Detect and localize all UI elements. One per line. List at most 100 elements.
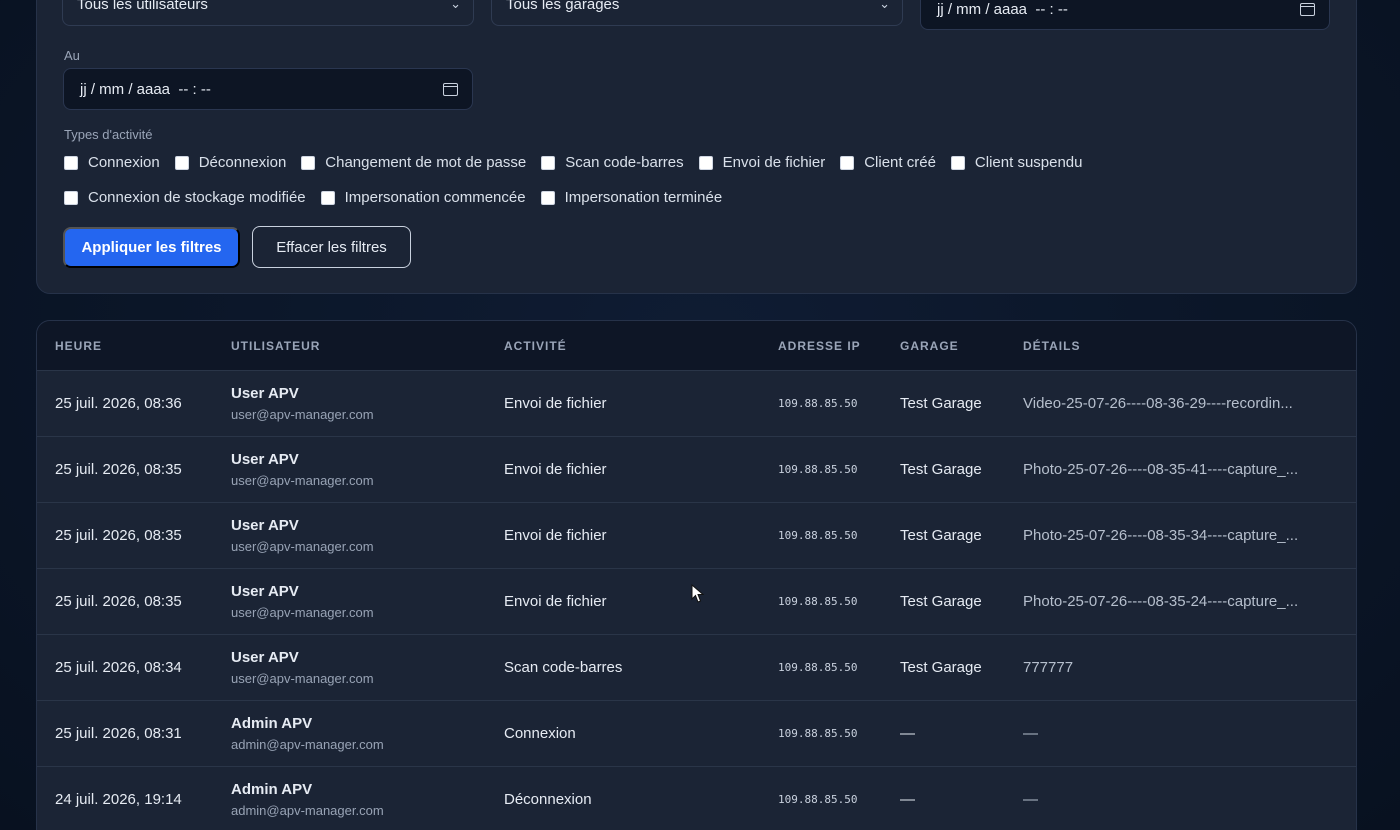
checkbox-envoi-de-fichier[interactable]: Envoi de fichier [698, 154, 826, 171]
table-row[interactable]: 25 juil. 2026, 08:36 User APV user@apv-man… [37, 370, 1356, 436]
garage-select-value: Tous les garages [506, 0, 620, 13]
cell-details: Photo-25-07-26----08-35-34----capture_..… [1023, 527, 1299, 544]
checkbox-client-cree[interactable]: Client créé [840, 154, 936, 171]
cell-garage: Test Garage [900, 527, 982, 544]
user-select-value: Tous les utilisateurs [77, 0, 208, 13]
cell-activity: Envoi de fichier [504, 395, 607, 412]
checkbox-label: Connexion [88, 154, 160, 171]
checkbox-deconnexion[interactable]: Déconnexion [174, 154, 287, 171]
checkbox-box[interactable] [540, 190, 555, 205]
checkbox-label: Client créé [864, 154, 936, 171]
cell-time: 25 juil. 2026, 08:35 [55, 527, 182, 544]
column-header-utilisateur[interactable]: UTILISATEUR [231, 339, 320, 353]
checkbox-box[interactable] [301, 155, 316, 170]
cell-activity: Envoi de fichier [504, 593, 607, 610]
cell-user-email: user@apv-manager.com [231, 671, 374, 686]
checkbox-client-suspendu[interactable]: Client suspendu [950, 154, 1083, 171]
cell-user-name: User APV [231, 649, 299, 666]
table-row[interactable]: 25 juil. 2026, 08:35 User APV user@apv-man… [37, 436, 1356, 502]
checkbox-impersonation-commencee[interactable]: Impersonation commencée [320, 189, 526, 206]
date-from-input[interactable]: jj / mm / aaaa -- : -- [920, 0, 1330, 30]
cell-details: Video-25-07-26----08-36-29----recordin..… [1023, 395, 1293, 412]
cell-user-email: user@apv-manager.com [231, 539, 374, 554]
cell-user-name: Admin APV [231, 781, 313, 798]
checkbox-label: Scan code-barres [565, 154, 684, 171]
apply-filters-button[interactable]: Appliquer les filtres [63, 227, 240, 268]
cell-details: — [1023, 791, 1038, 808]
cell-user-email: user@apv-manager.com [231, 473, 374, 488]
column-header-heure[interactable]: HEURE [55, 339, 102, 353]
table-row[interactable]: 25 juil. 2026, 08:34 User APV user@apv-man… [37, 634, 1356, 700]
cell-activity: Envoi de fichier [504, 461, 607, 478]
checkbox-scan-code-barres[interactable]: Scan code-barres [541, 154, 684, 171]
garage-select[interactable]: Tous les garages ⌄ [491, 0, 903, 26]
cell-ip-address: 109.88.85.50 [778, 661, 858, 674]
cell-garage: — [900, 725, 915, 742]
cell-user-name: User APV [231, 385, 299, 402]
checkbox-box[interactable] [64, 155, 78, 170]
cell-activity: Déconnexion [504, 791, 592, 808]
checkbox-box[interactable] [698, 155, 713, 170]
cell-user-email: admin@apv-manager.com [231, 737, 384, 752]
cell-time: 25 juil. 2026, 08:36 [55, 395, 182, 412]
cell-time: 25 juil. 2026, 08:31 [55, 725, 182, 742]
table-row[interactable]: 24 juil. 2026, 19:14 Admin APV admin@apv-m… [37, 766, 1356, 830]
cell-time: 25 juil. 2026, 08:34 [55, 659, 182, 676]
cell-garage: Test Garage [900, 659, 982, 676]
checkbox-impersonation-terminee[interactable]: Impersonation terminée [540, 189, 723, 206]
checkbox-box[interactable] [320, 190, 335, 205]
date-from-value: jj / mm / aaaa -- : -- [937, 0, 1068, 18]
checkbox-connexion-stockage-modifiee[interactable]: Connexion de stockage modifiée [64, 189, 306, 206]
cell-details: Photo-25-07-26----08-35-41----capture_..… [1023, 461, 1299, 478]
cell-ip-address: 109.88.85.50 [778, 529, 858, 542]
table-row[interactable]: 25 juil. 2026, 08:35 User APV user@apv-man… [37, 502, 1356, 568]
checkbox-box[interactable] [174, 155, 189, 170]
cell-details: Photo-25-07-26----08-35-24----capture_..… [1023, 593, 1299, 610]
column-header-garage[interactable]: GARAGE [900, 339, 959, 353]
cell-activity: Scan code-barres [504, 659, 623, 676]
cell-ip-address: 109.88.85.50 [778, 727, 858, 740]
checkbox-box[interactable] [950, 155, 965, 170]
cell-ip-address: 109.88.85.50 [778, 595, 858, 608]
checkbox-label: Changement de mot de passe [325, 154, 527, 171]
table-header: HEURE UTILISATEUR ACTIVITÉ ADRESSE IP GA… [37, 321, 1356, 370]
column-header-activite[interactable]: ACTIVITÉ [504, 339, 567, 353]
cell-activity: Envoi de fichier [504, 527, 607, 544]
cell-ip-address: 109.88.85.50 [778, 463, 858, 476]
column-header-adresse-ip[interactable]: ADRESSE IP [778, 339, 861, 353]
checkbox-label: Impersonation terminée [564, 189, 723, 206]
cell-garage: Test Garage [900, 395, 982, 412]
calendar-icon[interactable] [1300, 2, 1315, 16]
checkbox-changement-mot-de-passe[interactable]: Changement de mot de passe [301, 154, 526, 171]
cell-time: 25 juil. 2026, 08:35 [55, 593, 182, 610]
date-to-value: jj / mm / aaaa -- : -- [80, 80, 211, 98]
checkbox-box[interactable] [840, 155, 855, 170]
cell-time: 25 juil. 2026, 08:35 [55, 461, 182, 478]
mouse-cursor-icon [691, 584, 705, 603]
checkbox-connexion[interactable]: Connexion [64, 154, 160, 171]
date-to-input[interactable]: jj / mm / aaaa -- : -- [63, 68, 473, 110]
activity-types-row-1: Connexion Déconnexion Changement de mot … [64, 154, 1098, 171]
cell-time: 24 juil. 2026, 19:14 [55, 791, 182, 808]
checkbox-label: Client suspendu [974, 154, 1083, 171]
checkbox-label: Envoi de fichier [722, 154, 826, 171]
checkbox-box[interactable] [541, 155, 556, 170]
cell-user-email: user@apv-manager.com [231, 407, 374, 422]
checkbox-label: Déconnexion [198, 154, 287, 171]
calendar-icon[interactable] [443, 82, 458, 96]
table-row[interactable]: 25 juil. 2026, 08:31 Admin APV admin@apv-m… [37, 700, 1356, 766]
column-header-details[interactable]: DÉTAILS [1023, 339, 1080, 353]
cell-ip-address: 109.88.85.50 [778, 397, 858, 410]
cell-user-email: admin@apv-manager.com [231, 803, 384, 818]
checkbox-box[interactable] [64, 190, 78, 205]
cell-garage: — [900, 791, 915, 808]
checkbox-label: Connexion de stockage modifiée [88, 189, 306, 206]
activity-log-table: HEURE UTILISATEUR ACTIVITÉ ADRESSE IP GA… [36, 320, 1357, 830]
cell-user-name: User APV [231, 451, 299, 468]
user-select[interactable]: Tous les utilisateurs ⌄ [62, 0, 474, 26]
date-to-label: Au [64, 48, 80, 63]
activity-types-row-2: Connexion de stockage modifiée Impersona… [64, 189, 737, 206]
cell-user-name: Admin APV [231, 715, 313, 732]
activity-types-label: Types d'activité [64, 127, 153, 142]
clear-filters-button[interactable]: Effacer les filtres [252, 226, 411, 268]
